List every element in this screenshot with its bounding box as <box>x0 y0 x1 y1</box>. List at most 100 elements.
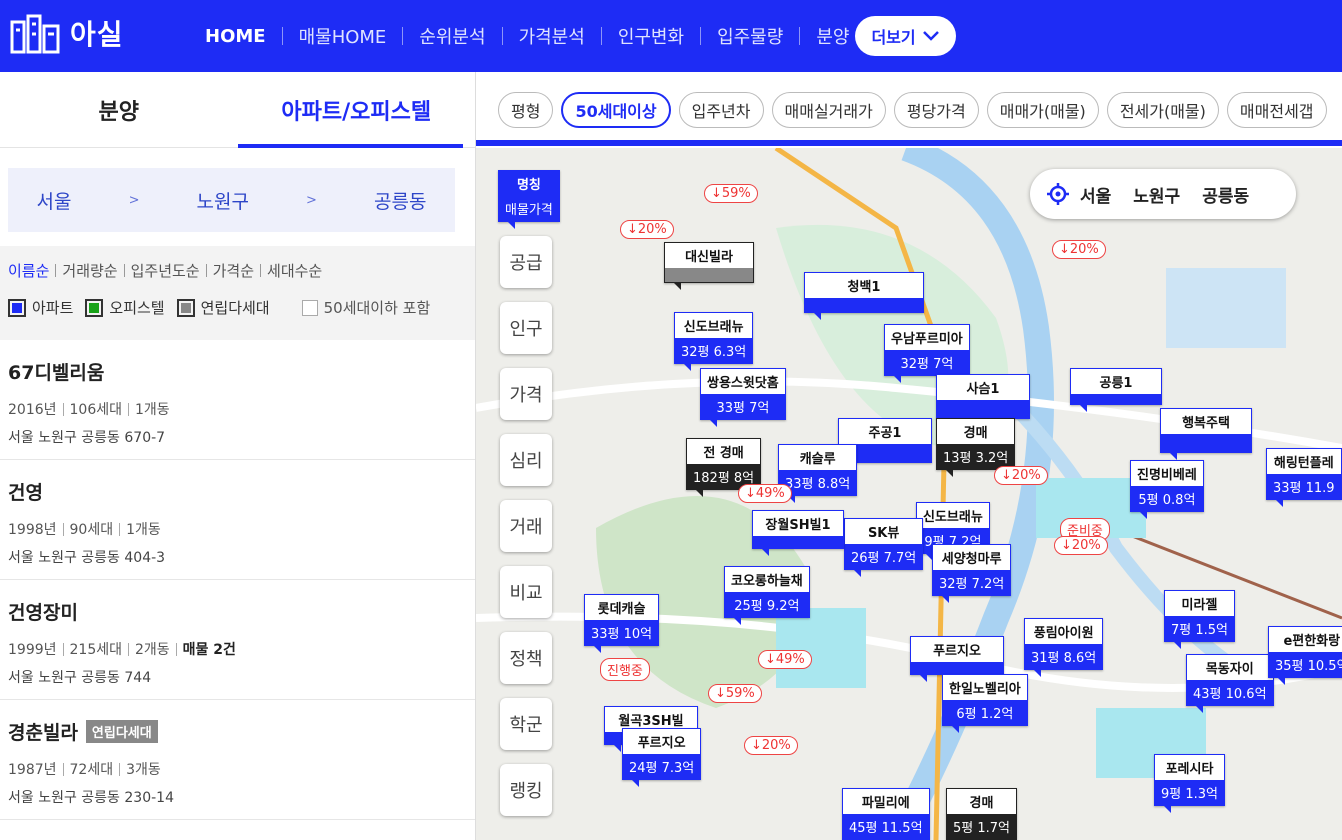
sort-price[interactable]: 가격순 <box>213 260 254 281</box>
price-drop-badge: ↓59% <box>708 684 762 703</box>
map-pin[interactable]: 명칭 매물가격 <box>498 170 560 229</box>
chip-size[interactable]: 평형 <box>498 92 554 128</box>
map-pin[interactable]: 파밀리에 45평 11.5억 <box>842 788 930 840</box>
filter-officetel[interactable]: 오피스텔 <box>85 297 165 318</box>
status-badge: 진행중 <box>600 658 650 681</box>
map-pin[interactable]: 세양청마루 32평 7.2억 <box>932 544 1012 603</box>
nav-supply[interactable]: 입주물량 <box>717 23 783 49</box>
chip-jeonse-listing[interactable]: 전세가(매물) <box>1106 92 1219 128</box>
map-pin[interactable]: 장월SH빌1 <box>752 510 844 556</box>
map-pin[interactable]: 신도브래뉴 32평 6.3억 <box>674 312 754 371</box>
map-pin[interactable]: 풍림아이원 31평 8.6억 <box>1024 618 1104 677</box>
sort-volume[interactable]: 거래량순 <box>62 260 117 281</box>
filter-under-50[interactable]: 50세대이하 포함 <box>301 297 430 318</box>
chip-sale-listing[interactable]: 매매가(매물) <box>986 92 1099 128</box>
price-drop-badge: ↓49% <box>758 650 812 669</box>
chip-trade-price[interactable]: 매매실거래가 <box>771 92 886 128</box>
complex-meta: 1987년 72세대 3개동 <box>8 762 161 778</box>
top-navigation-bar: 아실 HOME 매물HOME 순위분석 가격분석 인구변화 입주물량 분양 더보… <box>0 0 1342 72</box>
side-button-policy[interactable]: 정책 <box>500 632 552 684</box>
checkbox-icon <box>8 298 26 317</box>
main-nav: HOME 매물HOME 순위분석 가격분석 인구변화 입주물량 분양 더보기 <box>205 0 956 72</box>
logo-text: 아실 <box>70 18 124 51</box>
chip-gap[interactable]: 매매전세갭 <box>1226 92 1327 128</box>
nav-price[interactable]: 가격분석 <box>519 23 585 49</box>
tab-presale[interactable]: 분양 <box>0 72 238 147</box>
nav-population[interactable]: 인구변화 <box>618 23 684 49</box>
location-selector[interactable]: 서울 노원구 공릉동 <box>1030 169 1296 219</box>
map-pin[interactable]: 경매 5평 1.7억 <box>946 788 1017 840</box>
side-button-ranking[interactable]: 랭킹 <box>500 764 552 816</box>
map-pin[interactable]: 공릉1 <box>1070 368 1162 412</box>
nav-presale[interactable]: 분양 <box>816 23 849 49</box>
breadcrumb-dong[interactable]: 공릉동 <box>374 187 426 214</box>
map-pin[interactable]: SK뷰 26평 7.7억 <box>844 518 924 577</box>
sort-units[interactable]: 세대수순 <box>267 260 322 281</box>
map-pin[interactable]: 미라젤 7평 1.5억 <box>1164 590 1235 649</box>
chip-price-per-pyeong[interactable]: 평당가격 <box>893 92 979 128</box>
type-legend: 아파트 오피스텔 연립다세대 50세대이하 포함 <box>8 297 467 318</box>
side-button-price[interactable]: 가격 <box>500 368 552 420</box>
list-item[interactable]: 경춘빌라 연립다세대 1987년 72세대 3개동 서울 노원구 공릉동 230-14 <box>0 700 475 820</box>
nav-home[interactable]: HOME <box>205 26 266 47</box>
building-icon <box>10 14 60 54</box>
breadcrumb-city[interactable]: 서울 <box>37 187 72 214</box>
map-canvas[interactable]: 명칭 매물가격 청백1 신도브래뉴 32평 6.3억 우남푸르미아 32평 7억 쌍용… <box>476 148 1342 840</box>
complex-meta: 1999년 215세대 2개동 매물 2건 <box>8 639 467 659</box>
map-pin[interactable]: 쌍용스윗닷홈 33평 7억 <box>700 368 786 427</box>
crosshair-icon <box>1047 183 1069 205</box>
chip-scroll-bar[interactable] <box>476 140 1342 146</box>
map-pin[interactable]: 포레시타 9평 1.3억 <box>1154 754 1225 813</box>
left-panel: 분양 아파트/오피스텔 서울 > 노원구 > 공릉동 이름순 거래량순 입주년도… <box>0 72 476 840</box>
complex-meta: 2016년 106세대 1개동 <box>8 402 170 418</box>
logo[interactable]: 아실 <box>10 12 124 54</box>
map-pin[interactable]: 청백1 <box>804 272 924 320</box>
filter-apartment-label: 아파트 <box>32 299 74 317</box>
breadcrumb-district[interactable]: 노원구 <box>197 187 249 214</box>
location-city[interactable]: 서울 <box>1080 182 1111 207</box>
filter-box: 이름순 거래량순 입주년도순 가격순 세대수순 아파트 오피스텔 연립다세대 5… <box>0 246 475 340</box>
sort-year[interactable]: 입주년도순 <box>131 260 200 281</box>
list-item[interactable]: 67디벨리움 2016년 106세대 1개동 서울 노원구 공릉동 670-7 <box>0 340 475 460</box>
map-pin[interactable]: e편한화랑 35평 10.5억 <box>1268 626 1342 685</box>
map-pin[interactable]: 진명비베레 5평 0.8억 <box>1130 460 1204 519</box>
filter-apartment[interactable]: 아파트 <box>8 297 73 318</box>
side-button-trade[interactable]: 거래 <box>500 500 552 552</box>
price-drop-badge: ↓20% <box>744 736 798 755</box>
complex-address: 서울 노원구 공릉동 670-7 <box>8 430 166 446</box>
complex-address: 서울 노원구 공릉동 404-3 <box>8 550 166 566</box>
location-district[interactable]: 노원구 <box>1133 182 1180 207</box>
chip-50-units[interactable]: 50세대이상 <box>561 92 671 128</box>
map-pin[interactable]: 푸르지오 24평 7.3억 <box>622 728 702 787</box>
location-dong[interactable]: 공릉동 <box>1202 182 1249 207</box>
map-pin[interactable]: 행복주택 <box>1160 408 1252 460</box>
more-button[interactable]: 더보기 <box>855 16 956 56</box>
list-item[interactable]: 건영 1998년 90세대 1개동 서울 노원구 공릉동 404-3 <box>0 460 475 580</box>
map-pin[interactable]: 전 경매 182평 8억 <box>686 438 762 497</box>
side-button-sentiment[interactable]: 심리 <box>500 434 552 486</box>
side-button-population[interactable]: 인구 <box>500 302 552 354</box>
map-pin[interactable]: 한일노벨리아 6평 1.2억 <box>942 674 1028 733</box>
map-pin[interactable]: 롯데캐슬 33평 10억 <box>584 594 660 653</box>
map-pin[interactable]: 코오롱하늘채 25평 9.2억 <box>724 566 810 625</box>
sort-name[interactable]: 이름순 <box>8 260 49 281</box>
side-button-compare[interactable]: 비교 <box>500 566 552 618</box>
map-pin[interactable]: 경매 13평 3.2억 <box>936 418 1016 477</box>
price-drop-badge: ↓20% <box>1052 240 1106 259</box>
side-button-supply[interactable]: 공급 <box>500 236 552 288</box>
nav-ranking[interactable]: 순위분석 <box>419 23 485 49</box>
nav-listing-home[interactable]: 매물HOME <box>299 23 387 49</box>
chip-age[interactable]: 입주년차 <box>678 92 764 128</box>
map-pin[interactable]: 우남푸르미아 32평 7억 <box>884 324 970 383</box>
price-drop-badge: ↓20% <box>1054 536 1108 555</box>
list-item[interactable]: 건영장미 1999년 215세대 2개동 매물 2건 서울 노원구 공릉동 744 <box>0 580 475 700</box>
side-button-school[interactable]: 학군 <box>500 698 552 750</box>
map-pin[interactable]: 사슴1 <box>936 374 1030 426</box>
tab-apartment-officetel[interactable]: 아파트/오피스텔 <box>237 72 476 148</box>
map-pin[interactable]: 대신빌라 <box>664 242 754 290</box>
checkbox-icon <box>85 298 104 317</box>
map-pin[interactable]: 해링턴플레 33평 11.9 <box>1266 448 1342 507</box>
map-pin[interactable]: 푸르지오 <box>910 636 1004 682</box>
map-pin[interactable]: 목동자이 43평 10.6억 <box>1186 654 1274 713</box>
filter-villa[interactable]: 연립다세대 <box>176 297 270 318</box>
